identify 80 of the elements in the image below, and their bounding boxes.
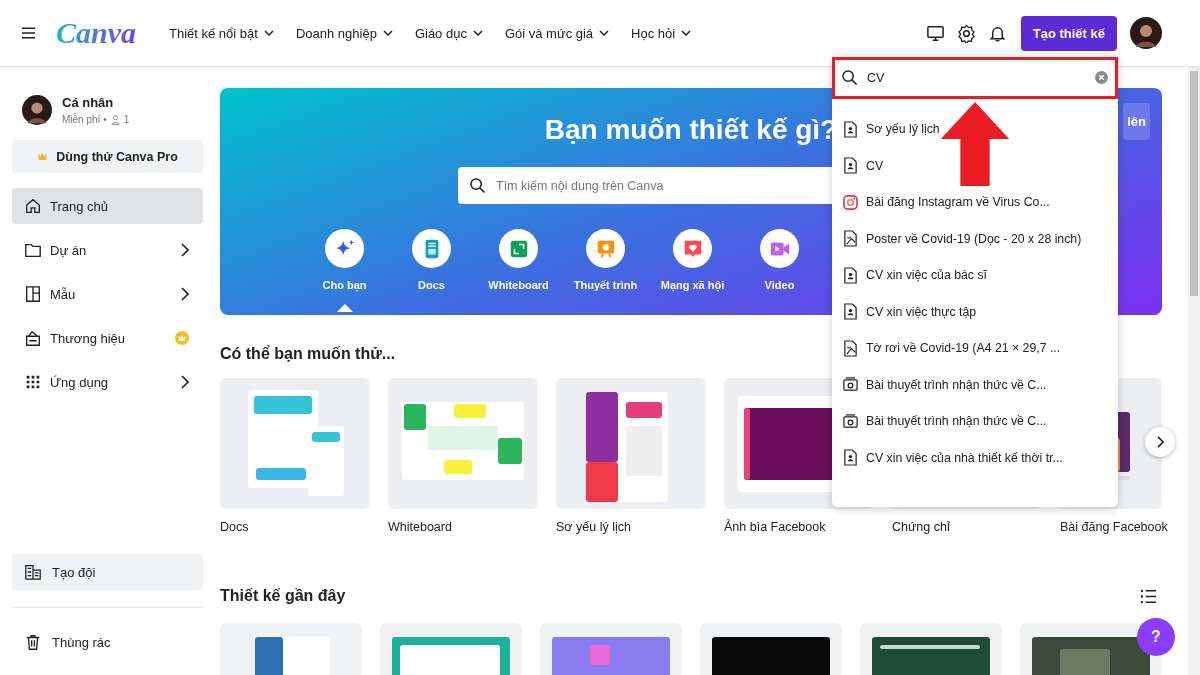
presentation-icon [843,412,858,430]
category-shortcut[interactable]: Whiteboard [475,229,562,312]
caret-icon [472,30,483,36]
sidebar-item[interactable]: Trang chủ [12,188,203,224]
camera-icon [843,193,858,211]
clear-icon[interactable] [1095,71,1108,84]
sidebar-item[interactable]: Ứng dụng [12,364,203,400]
design-type-card[interactable]: Docs [220,378,370,534]
try-pro-button[interactable]: Dùng thử Canva Pro [12,140,203,173]
nav-menu[interactable]: Giáo dục [414,25,483,41]
section-title: Có thể bạn muốn thử... [220,345,396,363]
category-shortcut[interactable]: Cho bạn [301,229,388,312]
layout-icon [24,285,42,303]
image-file-icon [843,339,858,357]
chevron-right-icon [181,287,189,301]
document-icon [843,120,858,138]
chevron-right-icon [181,243,189,257]
search-suggestion[interactable]: Sơ yếu lý lịch [832,111,1118,148]
trash-icon [24,633,42,651]
help-button[interactable]: ? [1137,618,1175,656]
chevron-right-icon [181,375,189,389]
caret-icon [263,30,274,36]
scrollbar[interactable] [1188,67,1200,675]
building-icon [24,563,42,581]
person-icon [110,114,120,125]
chevron-right-icon [1156,436,1164,448]
home-icon [24,197,42,215]
nav-menu[interactable]: Doanh nghiệp [295,25,393,41]
nav-menu[interactable]: Thiết kế nổi bật [169,25,274,41]
monitor-icon[interactable] [925,23,945,43]
category-shortcut[interactable]: Mạng xã hội [649,229,736,312]
category-shortcut[interactable]: Thuyết trình [562,229,649,312]
search-suggestion[interactable]: Bài thuyết trình nhận thức về C... [832,366,1118,403]
search-icon [469,177,486,194]
sidebar-item[interactable]: Thương hiệu [12,320,203,356]
caret-icon [681,30,692,36]
settings-icon[interactable] [956,23,976,43]
search-suggestion[interactable]: Bài thuyết trình nhận thức về C... [832,403,1118,440]
presentation-icon [843,376,858,394]
category-shortcut[interactable]: Docs [388,229,475,312]
crown-icon [37,152,49,161]
design-type-card[interactable]: Whiteboard [388,378,538,534]
sidebar-item[interactable]: Tạo đội [12,554,203,590]
document-icon [843,303,858,321]
search-suggestion[interactable]: Tờ rơi về Covid-19 (A4 21 × 29,7 ... [832,330,1118,367]
crown-icon [175,331,189,345]
caret-icon [599,30,610,36]
search-suggestion[interactable]: Poster về Covid-19 (Dọc - 20 x 28 inch) [832,220,1118,257]
nav-menu[interactable]: Học hỏi [631,25,692,41]
sidebar-item[interactable]: Thùng rác [12,607,203,660]
next-button[interactable] [1145,427,1175,457]
sidebar-item[interactable]: Mẫu [12,276,203,312]
search-suggestion[interactable]: CV xin việc của nhà thiết kế thời tr... [832,439,1118,476]
caret-icon [382,30,393,36]
member-count: 1 [123,114,130,125]
selection-pointer [336,304,353,312]
category-shortcut[interactable]: Video [736,229,823,312]
menu-icon[interactable] [22,27,35,39]
document-icon [843,449,858,467]
design-type-card[interactable]: Sơ yếu lý lịch [556,378,706,534]
document-icon [843,157,858,175]
upload-button[interactable]: lên [1123,103,1150,140]
briefcase-icon [24,329,42,347]
search-suggestion[interactable]: CV xin việc của bác sĩ [832,257,1118,294]
sidebar-item[interactable]: Dự án [12,232,203,268]
search-icon [841,69,858,86]
account-name: Cá nhân [62,95,115,110]
image-file-icon [843,230,858,248]
plan-label: Miễn phí • [62,114,107,125]
folder-icon [24,241,42,259]
grid-icon [24,373,42,391]
section-title: Thiết kế gần đây [220,587,346,605]
create-design-button[interactable]: Tạo thiết kế [1020,15,1117,51]
list-view-icon[interactable] [1140,587,1157,605]
search-suggestion[interactable]: CV xin việc thực tập [832,293,1118,330]
nav-menu[interactable]: Gói và mức giá [504,25,610,41]
search-field[interactable]: CV [832,57,1118,99]
document-icon [843,266,858,284]
avatar[interactable] [22,95,52,125]
avatar[interactable] [1130,17,1162,49]
